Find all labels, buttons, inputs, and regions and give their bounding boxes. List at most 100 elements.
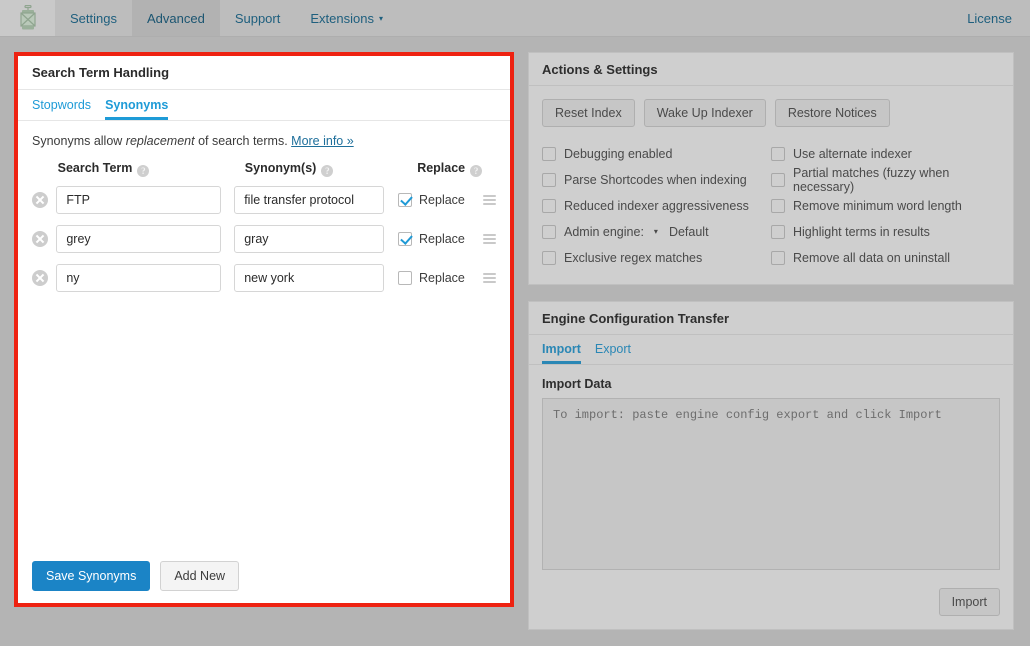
header-replace: Replace? [417,161,496,177]
page-content: Search Term Handling Stopwords Synonyms … [0,37,1030,630]
admin-engine-label: Admin engine: [564,225,644,239]
option-exclusive-regex[interactable]: Exclusive regex matches [542,245,771,271]
drag-handle-icon[interactable] [482,194,497,205]
synonyms-description: Synonyms allow replacement of search ter… [18,121,510,154]
nav-tab-extensions-label: Extensions [310,10,374,26]
help-icon-synonyms[interactable]: ? [321,165,334,177]
table-row: Replace [32,258,497,297]
action-buttons: Reset Index Wake Up Indexer Restore Noti… [542,99,1000,127]
row-remove-cell [32,269,56,286]
parse-shortcodes-checkbox[interactable] [542,173,556,187]
row-term-cell [56,224,234,253]
reset-index-button[interactable]: Reset Index [542,99,635,127]
drag-handle-icon[interactable] [482,272,497,283]
alternate-indexer-label: Use alternate indexer [793,147,912,161]
option-remove-min-word-length[interactable]: Remove minimum word length [771,193,1000,219]
admin-engine-checkbox[interactable] [542,225,556,239]
reduced-aggressiveness-label: Reduced indexer aggressiveness [564,199,749,213]
row-replace-cell: Replace [398,270,473,285]
table-header-row: Search Term? Synonym(s)? Replace? [32,158,496,180]
import-data-label-text: Import Data [542,377,612,391]
search-term-input[interactable] [56,185,222,214]
panel-subtabs: Stopwords Synonyms [18,90,510,121]
remove-all-data-checkbox[interactable] [771,251,785,265]
option-remove-all-data[interactable]: Remove all data on uninstall [771,245,1000,271]
wake-up-indexer-button[interactable]: Wake Up Indexer [643,99,766,127]
help-icon-replace[interactable]: ? [470,165,483,177]
help-icon-search-term[interactable]: ? [137,165,150,177]
remove-circle-icon[interactable] [32,191,48,208]
actions-settings-title: Actions & Settings [529,53,1013,86]
debugging-enabled-checkbox[interactable] [542,147,556,161]
row-term-cell [56,185,234,214]
top-navigation-bar: Settings Advanced Support Extensions ▾ L… [0,0,1030,37]
description-emphasis: replacement [125,134,195,148]
actions-settings-title-label: Actions & Settings [542,61,658,77]
search-term-input[interactable] [56,224,222,253]
restore-notices-button[interactable]: Restore Notices [774,99,890,127]
debugging-enabled-label: Debugging enabled [564,147,673,161]
transfer-subtabs: Import Export [529,335,1013,365]
remove-min-word-length-checkbox[interactable] [771,199,785,213]
table-row: Replace [32,180,497,219]
option-debugging-enabled[interactable]: Debugging enabled [542,141,771,167]
license-link[interactable]: License [949,0,1030,36]
table-row: Replace [32,219,497,258]
settings-options-left: Debugging enabled Parse Shortcodes when … [542,141,771,271]
option-highlight-terms[interactable]: Highlight terms in results [771,219,1000,245]
nav-tab-extensions[interactable]: Extensions ▾ [295,0,398,36]
engine-config-transfer-panel: Engine Configuration Transfer Import Exp… [528,301,1014,630]
nav-tab-support[interactable]: Support [220,0,296,36]
drag-handle-icon[interactable] [482,233,497,244]
option-reduced-aggressiveness[interactable]: Reduced indexer aggressiveness [542,193,771,219]
replace-checkbox[interactable] [398,192,413,207]
alternate-indexer-checkbox[interactable] [771,147,785,161]
settings-options: Debugging enabled Parse Shortcodes when … [542,141,1000,271]
remove-all-data-label: Remove all data on uninstall [793,251,951,265]
search-term-handling-panel: Search Term Handling Stopwords Synonyms … [14,52,514,607]
replace-checkbox[interactable] [398,231,413,246]
nav-tab-advanced-label: Advanced [146,10,205,26]
tab-stopwords[interactable]: Stopwords [32,98,91,120]
row-term-cell [56,263,234,292]
option-partial-matches[interactable]: Partial matches (fuzzy when necessary) [771,166,1000,194]
row-synonym-cell [234,263,398,292]
description-text-before: Synonyms allow [32,134,126,148]
parse-shortcodes-label: Parse Shortcodes when indexing [564,173,747,187]
actions-settings-panel: Actions & Settings Reset Index Wake Up I… [528,52,1014,285]
exclusive-regex-checkbox[interactable] [542,251,556,265]
replace-checkbox-label: Replace [419,192,465,207]
import-button[interactable]: Import [938,588,1000,616]
reduced-aggressiveness-checkbox[interactable] [542,199,556,213]
option-parse-shortcodes[interactable]: Parse Shortcodes when indexing [542,167,771,193]
remove-circle-icon[interactable] [32,230,48,247]
replace-checkbox[interactable] [398,270,413,285]
partial-matches-checkbox[interactable] [771,173,785,187]
row-synonym-cell [234,185,398,214]
row-remove-cell [32,230,56,247]
tab-export[interactable]: Export [595,342,631,364]
description-text-after: of search terms. [194,134,292,148]
remove-circle-icon[interactable] [32,269,48,286]
synonym-input[interactable] [234,224,385,253]
tab-import[interactable]: Import [542,342,581,364]
option-admin-engine[interactable]: Admin engine: ▾ Default [542,219,771,245]
synonym-input[interactable] [234,185,385,214]
row-replace-cell: Replace [398,192,473,207]
save-synonyms-button[interactable]: Save Synonyms [32,561,151,591]
synonym-input[interactable] [234,263,385,292]
option-alternate-indexer[interactable]: Use alternate indexer [771,141,1000,167]
highlight-terms-checkbox[interactable] [771,225,785,239]
import-data-textarea[interactable] [542,398,1000,570]
row-remove-cell [32,191,56,208]
tab-synonyms[interactable]: Synonyms [105,98,169,120]
chevron-down-icon[interactable]: ▾ [654,227,658,236]
nav-tab-settings[interactable]: Settings [55,0,132,36]
add-new-button[interactable]: Add New [160,561,240,591]
tab-synonyms-label: Synonyms [105,98,169,112]
license-link-label: License [967,10,1012,26]
more-info-link[interactable]: More info » [291,134,354,148]
search-term-input[interactable] [56,263,222,292]
nav-tab-advanced[interactable]: Advanced [131,0,220,36]
